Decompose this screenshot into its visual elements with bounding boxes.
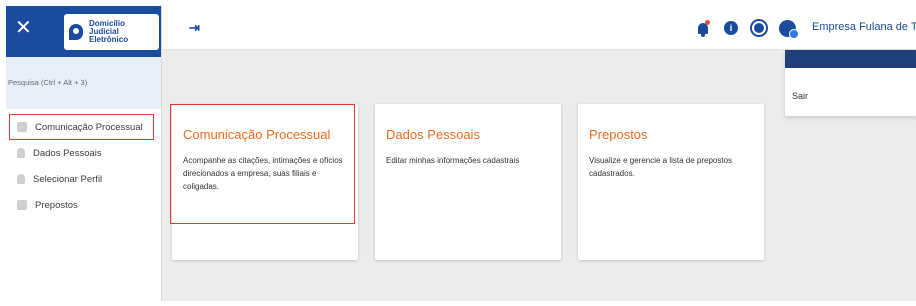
logout-item[interactable]: Sair [792, 91, 808, 101]
logo-text: Domicílio Judicial Eletrônico [89, 19, 129, 44]
sidebar-item-label: Comunicação Processual [35, 121, 143, 133]
card-description: Visualize e gerencie a lista de preposto… [589, 156, 733, 178]
user-avatar-icon [778, 19, 799, 39]
logo: Domicílio Judicial Eletrônico [64, 14, 159, 50]
sidebar-item-label: Prepostos [35, 199, 78, 211]
card-title: Prepostos [589, 127, 648, 142]
sidebar-item-dados-pessoais[interactable]: Dados Pessoais [6, 140, 161, 166]
person-icon [17, 174, 25, 184]
user-menu-button[interactable] [776, 17, 799, 39]
top-bar: ⇥ i Empresa Fulana de Tal [162, 6, 916, 50]
card-prepostos[interactable]: Prepostos Visualize e gerencie a lista d… [578, 104, 764, 260]
company-name[interactable]: Empresa Fulana de Tal [812, 21, 916, 33]
person-icon [17, 148, 25, 158]
logo-mark-icon [69, 24, 83, 40]
highlight-box [170, 104, 355, 224]
sidebar-item-comunicacao-processual[interactable]: Comunicação Processual [9, 114, 154, 140]
card-title: Dados Pessoais [386, 127, 480, 142]
envelope-icon [17, 122, 27, 132]
search-input[interactable]: Pesquisa (Ctrl + Alt + 3) [8, 78, 87, 87]
notification-badge [705, 20, 710, 25]
user-dropdown: Sair [785, 50, 916, 116]
card-dados-pessoais[interactable]: Dados Pessoais Editar minhas informações… [375, 104, 561, 260]
dropdown-header [785, 50, 916, 68]
sidebar-item-label: Dados Pessoais [33, 147, 102, 159]
sidebar-item-prepostos[interactable]: Prepostos [6, 192, 161, 218]
pin-menu-icon[interactable]: ⇥ [189, 20, 200, 36]
header-icons: i [692, 6, 804, 50]
accessibility-icon [750, 19, 768, 37]
info-icon: i [724, 21, 738, 35]
notifications-button[interactable] [692, 17, 714, 39]
accessibility-button[interactable] [748, 17, 770, 39]
group-icon [17, 200, 27, 210]
sidebar-menu: Comunicação Processual Dados Pessoais Se… [6, 109, 161, 218]
sidebar-header: ✕ Domicílio Judicial Eletrônico [6, 6, 161, 57]
app-window: ⇥ i Empresa Fulana de Tal Sair Comunicaç… [0, 0, 916, 306]
close-icon[interactable]: ✕ [15, 18, 32, 38]
sidebar-item-selecionar-perfil[interactable]: Selecionar Perfil [6, 166, 161, 192]
search-area[interactable]: Pesquisa (Ctrl + Alt + 3) [6, 57, 161, 109]
sidebar: ✕ Domicílio Judicial Eletrônico Pesquisa… [6, 6, 162, 301]
sidebar-item-label: Selecionar Perfil [33, 173, 103, 185]
card-description: Editar minhas informações cadastrais [386, 156, 520, 165]
info-button[interactable]: i [720, 17, 742, 39]
